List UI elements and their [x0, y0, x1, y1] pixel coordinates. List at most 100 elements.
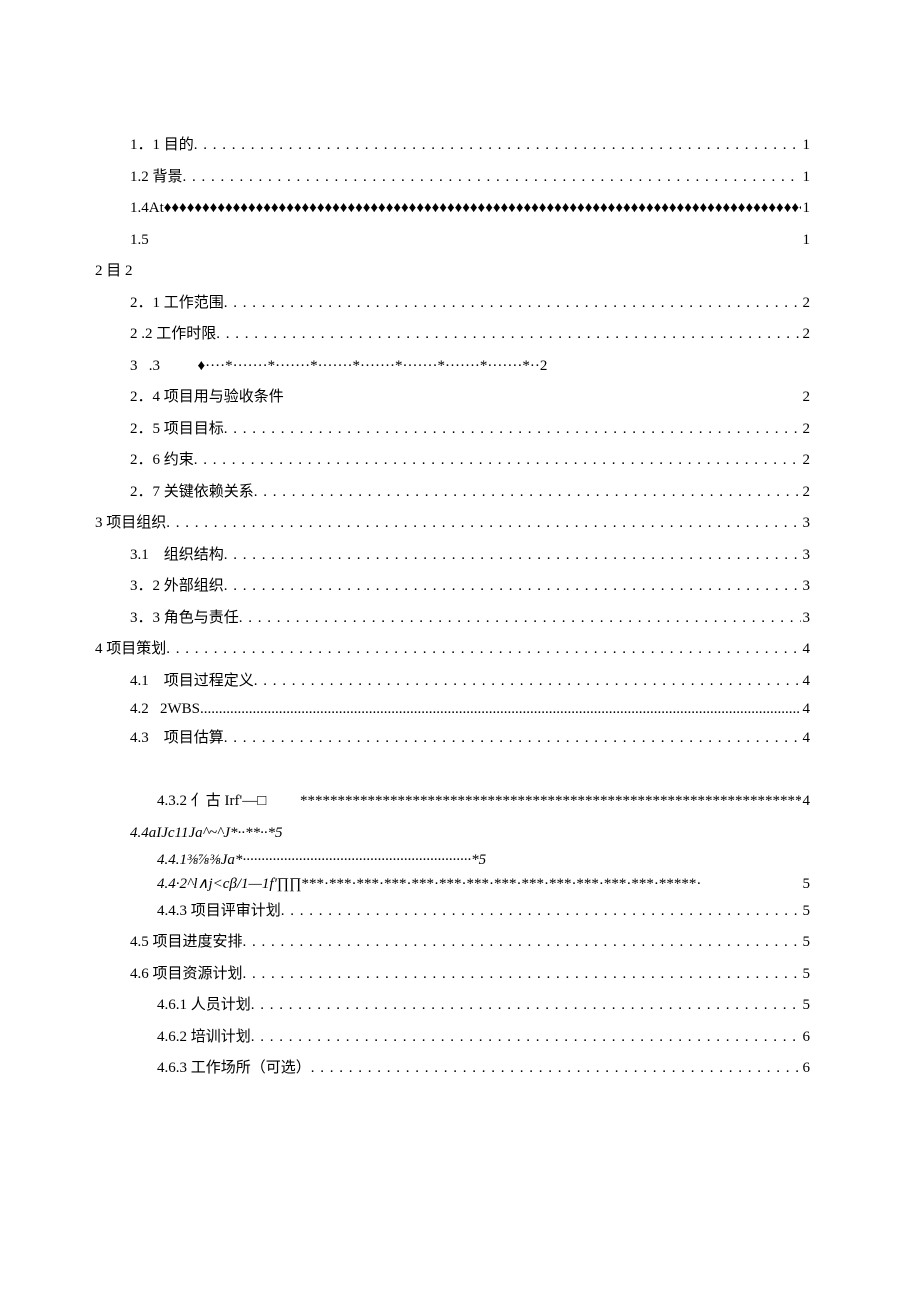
toc-page: 2: [801, 288, 811, 320]
toc-entry-2: 2 目 2: [95, 256, 810, 288]
toc-label: 1.5: [130, 225, 149, 257]
toc-entry-4-3-2: 4.3.2 亻古 Irf'—□ ************************…: [157, 786, 810, 818]
toc-page: 5: [801, 927, 811, 959]
toc-label: 4.4·2^l∧j<cβ/1—1f'∏∏: [157, 872, 301, 896]
toc-leader-stardots: ***·***·***·***·***·***·***·***·***·***·…: [301, 872, 800, 896]
toc-entry-4-2: 4.2 2WBS ...............................…: [130, 697, 810, 723]
table-of-contents: 1．1 目的 . . . . . . . . . . . . . . . . .…: [95, 130, 810, 1085]
toc-label: 4.4.1⅜⅞⅜Ja*·····························…: [157, 849, 486, 872]
toc-label: 2．4 项目用与验收条件: [130, 382, 284, 414]
toc-page: 3: [801, 603, 811, 635]
toc-entry-2-4: 2．4 项目用与验收条件 . . . . . . . . . . . . . .…: [130, 382, 810, 414]
toc-label: 4.6.2 培训计划: [157, 1022, 251, 1054]
toc-entry-4-6-3: 4.6.3 工作场所（可选） . . . . . . . . . . . . .…: [157, 1053, 810, 1085]
toc-page: 5: [801, 990, 811, 1022]
toc-label: 4.6 项目资源计划: [130, 959, 243, 991]
toc-entry-2-7: 2．7 关键依赖关系 . . . . . . . . . . . . . . .…: [130, 477, 810, 509]
toc-leader: . . . . . . . . . . . . . . . . . . . . …: [224, 540, 801, 572]
toc-page: 4: [801, 723, 811, 755]
toc-label: 4.5 项目进度安排: [130, 927, 243, 959]
toc-page: 2: [801, 445, 811, 477]
toc-leader: . . . . . . . . . . . . . . . . . . . . …: [239, 603, 801, 635]
toc-label: 2．7 关键依赖关系: [130, 477, 254, 509]
toc-label: 4.6.3 工作场所（可选）: [157, 1053, 311, 1085]
toc-page: 1: [801, 225, 811, 257]
toc-label: 2．1 工作范围: [130, 288, 224, 320]
toc-page: 4: [801, 697, 811, 723]
toc-page: 6: [801, 1022, 811, 1054]
toc-label: 4.4.3 项目评审计划: [157, 896, 281, 928]
toc-entry-2-1: 2．1 工作范围 . . . . . . . . . . . . . . . .…: [130, 288, 810, 320]
toc-page: 1: [801, 162, 811, 194]
toc-leader: . . . . . . . . . . . . . . . . . . . . …: [194, 445, 801, 477]
toc-label: 3．2 外部组织: [130, 571, 224, 603]
toc-label: 3．3 角色与责任: [130, 603, 239, 635]
toc-entry-2-3: 3 .3 ♦····*·······*·······*·······*·····…: [130, 351, 810, 383]
toc-page: 3: [801, 540, 811, 572]
toc-leader: ........................................…: [200, 697, 800, 723]
toc-entry-4-4-3: 4.4.3 项目评审计划 . . . . . . . . . . . . . .…: [157, 896, 810, 928]
toc-page: 5: [801, 896, 811, 928]
toc-page: 5: [801, 959, 811, 991]
toc-entry-1-1: 1．1 目的 . . . . . . . . . . . . . . . . .…: [130, 130, 810, 162]
toc-leader: . . . . . . . . . . . . . . . . . . . . …: [224, 723, 801, 755]
toc-page: 2: [801, 414, 811, 446]
spacer: [95, 754, 810, 786]
toc-page: 2: [801, 319, 811, 351]
toc-page: 4: [801, 786, 811, 818]
toc-label: 4.1 项目过程定义: [130, 666, 254, 698]
toc-label: 2．5 项目目标: [130, 414, 224, 446]
toc-label: 3 项目组织: [95, 508, 166, 540]
toc-entry-2-2: 2 .2 工作时限 . . . . . . . . . . . . . . . …: [130, 319, 810, 351]
toc-entry-4: 4 项目策划 . . . . . . . . . . . . . . . . .…: [95, 634, 810, 666]
toc-label: 2 目 2: [95, 256, 133, 288]
toc-leader-diamonds: ♦♦♦♦♦♦♦♦♦♦♦♦♦♦♦♦♦♦♦♦♦♦♦♦♦♦♦♦♦♦♦♦♦♦♦♦♦♦♦♦…: [164, 193, 801, 225]
toc-leader: . . . . . . . . . . . . . . . . . . . . …: [166, 508, 800, 540]
toc-leader: . . . . . . . . . . . . . . . . . . . . …: [243, 927, 801, 959]
toc-entry-4-6-2: 4.6.2 培训计划 . . . . . . . . . . . . . . .…: [157, 1022, 810, 1054]
toc-page: 4: [801, 666, 811, 698]
toc-leader: . . . . . . . . . . . . . . . . . . . . …: [216, 319, 800, 351]
toc-label: 2．6 约束: [130, 445, 194, 477]
toc-label: 4.6.1 人员计划: [157, 990, 251, 1022]
toc-label: 4.3.2 亻古 Irf'—□: [157, 786, 300, 818]
toc-leader: . . . . . . . . . . . . . . . . . . . . …: [224, 414, 801, 446]
toc-entry-3: 3 项目组织 . . . . . . . . . . . . . . . . .…: [95, 508, 810, 540]
toc-page: 3: [801, 571, 811, 603]
toc-leader: . . . . . . . . . . . . . . . . . . . . …: [224, 571, 801, 603]
toc-entry-3-2: 3．2 外部组织 . . . . . . . . . . . . . . . .…: [130, 571, 810, 603]
toc-entry-1-5: 1.5 . . . . . . . . . . . . . . . . . . …: [130, 225, 810, 257]
toc-leader: . . . . . . . . . . . . . . . . . . . . …: [311, 1053, 801, 1085]
toc-page: 6: [801, 1053, 811, 1085]
toc-page: 2: [801, 477, 811, 509]
toc-page: 1: [801, 130, 811, 162]
toc-page: 5: [801, 872, 811, 896]
toc-leader: . . . . . . . . . . . . . . . . . . . . …: [194, 130, 801, 162]
toc-label: 4.3 项目估算: [130, 723, 224, 755]
toc-entry-1-4: 1.4At ♦♦♦♦♦♦♦♦♦♦♦♦♦♦♦♦♦♦♦♦♦♦♦♦♦♦♦♦♦♦♦♦♦♦…: [130, 193, 810, 225]
toc-entry-2-5: 2．5 项目目标 . . . . . . . . . . . . . . . .…: [130, 414, 810, 446]
toc-leader: . . . . . . . . . . . . . . . . . . . . …: [254, 666, 801, 698]
toc-label: 3.1 组织结构: [130, 540, 224, 572]
toc-entry-4-6-1: 4.6.1 人员计划 . . . . . . . . . . . . . . .…: [157, 990, 810, 1022]
toc-entry-1-2: 1.2 背景 . . . . . . . . . . . . . . . . .…: [130, 162, 810, 194]
toc-leader: . . . . . . . . . . . . . . . . . . . . …: [183, 162, 801, 194]
toc-label: 4.4aIJc11Ja^~^J*··**··*5: [130, 818, 283, 850]
toc-entry-3-1: 3.1 组织结构 . . . . . . . . . . . . . . . .…: [130, 540, 810, 572]
toc-entry-4-6: 4.6 项目资源计划 . . . . . . . . . . . . . . .…: [130, 959, 810, 991]
toc-entry-4-5: 4.5 项目进度安排 . . . . . . . . . . . . . . .…: [130, 927, 810, 959]
toc-label: 1．1 目的: [130, 130, 194, 162]
toc-entry-2-6: 2．6 约束 . . . . . . . . . . . . . . . . .…: [130, 445, 810, 477]
toc-label: 3 .3 ♦····*·······*·······*·······*·····…: [130, 351, 547, 383]
toc-label: 4.2 2WBS: [130, 697, 200, 723]
toc-page: 1: [801, 193, 811, 225]
toc-leader: . . . . . . . . . . . . . . . . . . . . …: [243, 959, 801, 991]
toc-entry-4-4-1: 4.4.1⅜⅞⅜Ja*·····························…: [157, 849, 810, 872]
toc-leader: . . . . . . . . . . . . . . . . . . . . …: [251, 990, 801, 1022]
toc-entry-4-4: 4.4aIJc11Ja^~^J*··**··*5: [130, 818, 810, 850]
toc-label: 1.2 背景: [130, 162, 183, 194]
toc-entry-4-1: 4.1 项目过程定义 . . . . . . . . . . . . . . .…: [130, 666, 810, 698]
toc-leader: . . . . . . . . . . . . . . . . . . . . …: [224, 288, 801, 320]
toc-leader: . . . . . . . . . . . . . . . . . . . . …: [166, 634, 800, 666]
toc-page: 4: [801, 634, 811, 666]
